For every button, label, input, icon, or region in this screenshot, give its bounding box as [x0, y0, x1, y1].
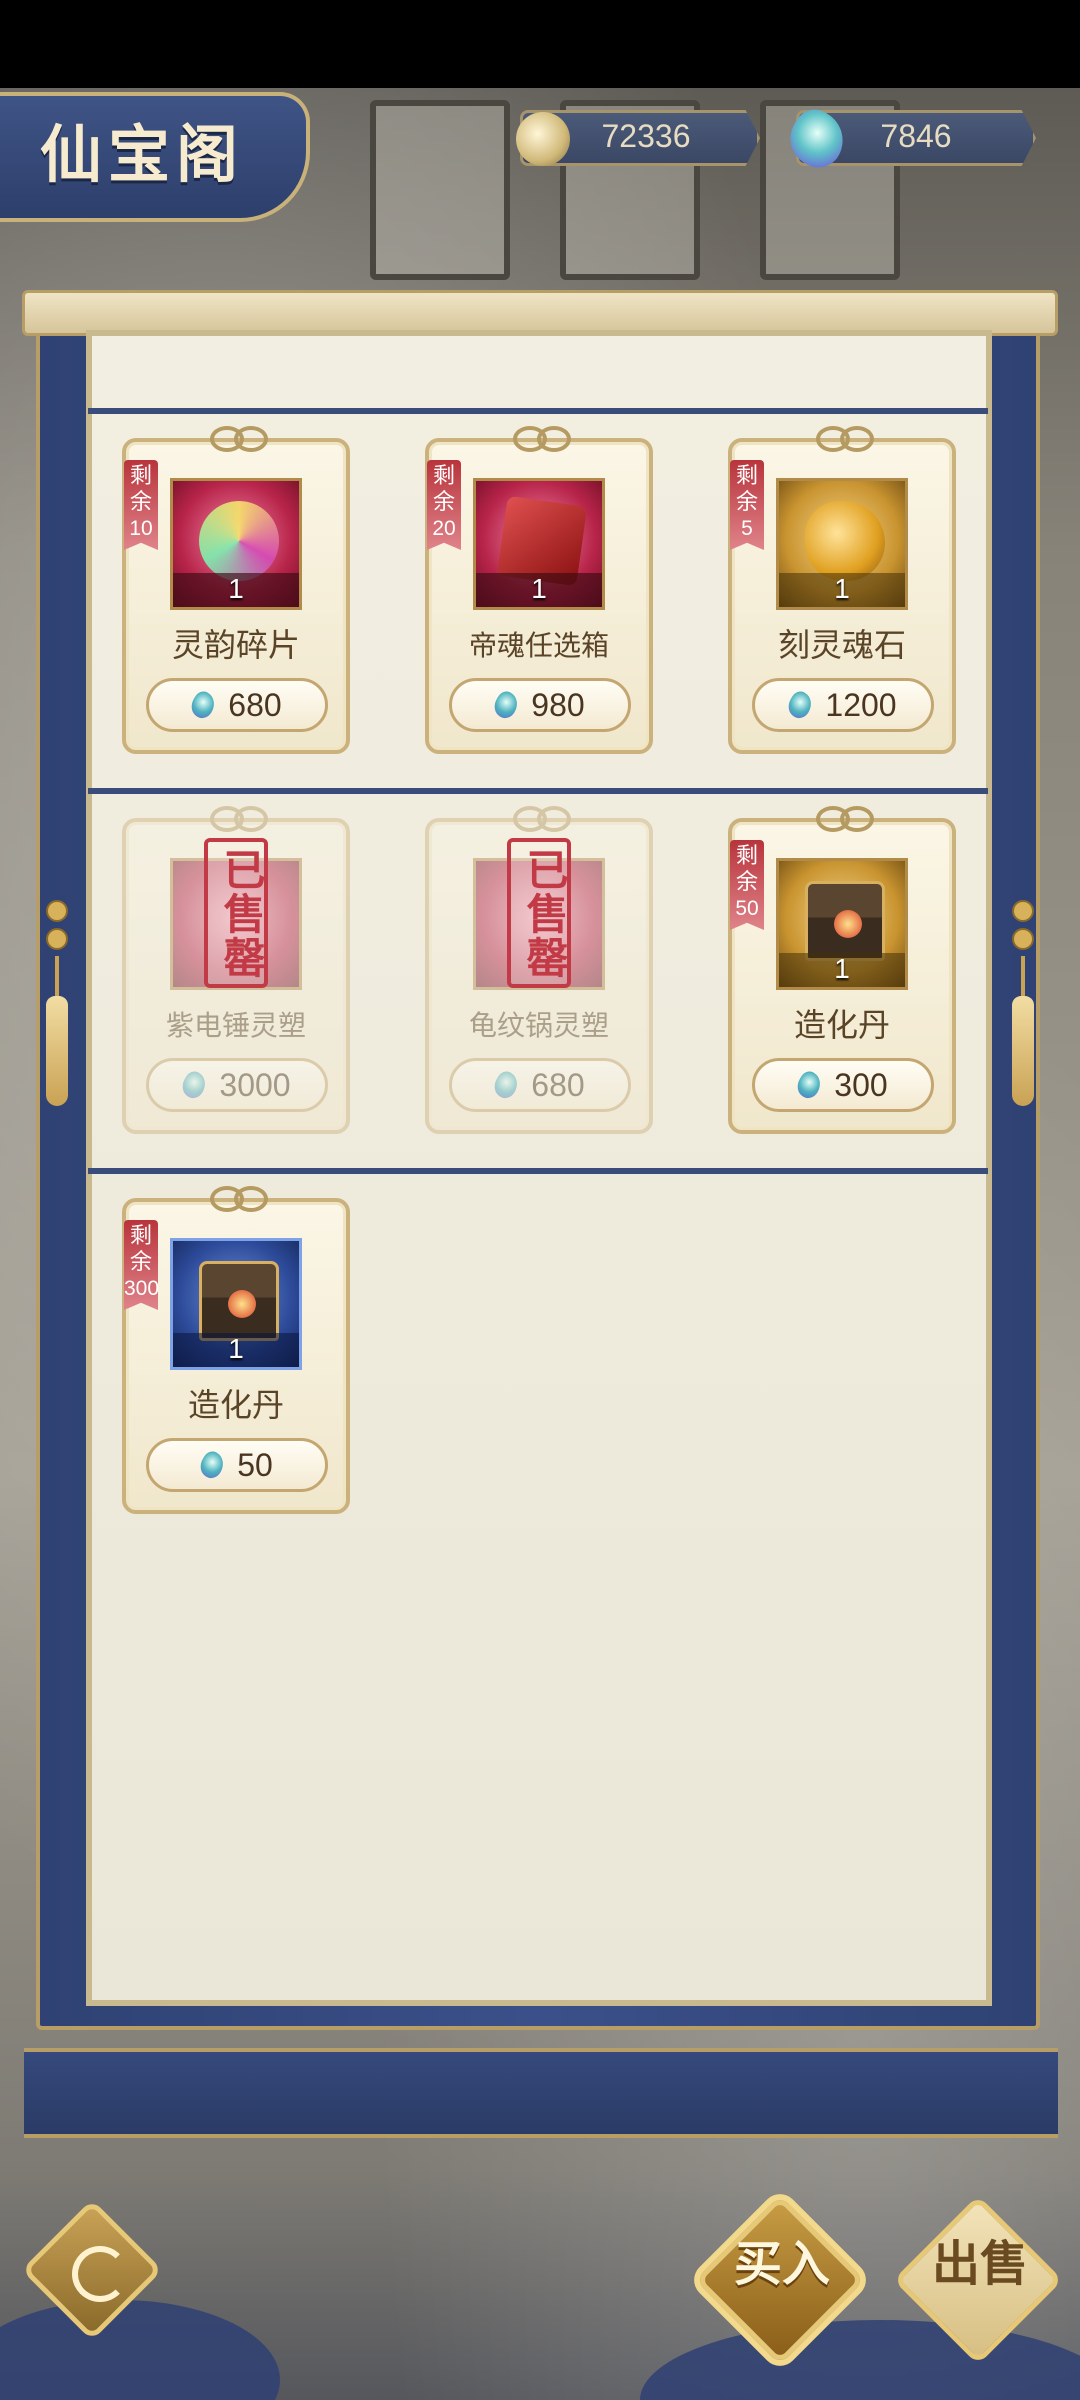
remaining-badge: 剩余 50 [730, 840, 764, 930]
item-name: 灵韵碎片 [171, 626, 300, 664]
price-button[interactable]: 680 [146, 678, 328, 732]
jade-icon [490, 688, 523, 722]
item-name: 造化丹 [793, 1006, 890, 1044]
item-name: 造化丹 [187, 1386, 284, 1424]
sold-out-stamp: 已售罄 [204, 838, 268, 988]
remaining-badge: 剩余 5 [730, 460, 764, 550]
jade-icon [793, 1068, 826, 1102]
price-button: 3000 [146, 1058, 328, 1112]
item-name: 龟纹锅灵塑 [468, 1009, 609, 1042]
bow-ornament [210, 1180, 268, 1212]
jade-icon [490, 1068, 523, 1102]
shop-item-card[interactable]: 1 剩余 5 刻灵魂石 1200 [728, 426, 956, 754]
item-thumbnail: 1 [170, 478, 302, 610]
currency-value-jade: 7846 [880, 118, 952, 154]
scroll-bottom-band [24, 2048, 1058, 2138]
tassel-left [46, 900, 68, 1106]
sell-label: 出售 [931, 2236, 1028, 2292]
remaining-badge: 剩余 300 [124, 1220, 158, 1310]
item-thumbnail: 1 [170, 1238, 302, 1370]
remaining-badge: 剩余 10 [124, 460, 158, 550]
remaining-badge: 剩余 20 [427, 460, 461, 550]
treasure-chest-icon [199, 1261, 279, 1341]
jade-icon [196, 1448, 229, 1482]
item-price: 3000 [219, 1066, 291, 1103]
bow-ornament [210, 800, 268, 832]
item-name: 刻灵魂石 [777, 626, 906, 664]
shop-item-card[interactable]: 1 剩余 300 造化丹 50 [122, 1186, 350, 1514]
item-price: 1200 [825, 686, 897, 723]
price-button[interactable]: 50 [146, 1438, 328, 1492]
background-shelf [370, 100, 510, 280]
row-divider [88, 1168, 988, 1174]
item-quantity: 1 [228, 573, 244, 604]
row-divider [88, 408, 988, 414]
item-name: 帝魂任选箱 [468, 629, 609, 662]
tassel-right [1012, 900, 1034, 1106]
item-thumbnail: 1 [776, 858, 908, 990]
price-button[interactable]: 980 [449, 678, 631, 732]
jade-icon [784, 688, 817, 722]
item-quantity: 1 [834, 573, 850, 604]
bow-ornament [210, 420, 268, 452]
item-price: 50 [237, 1446, 273, 1483]
page-title: 仙宝阁 [40, 118, 245, 191]
status-bar [0, 0, 1080, 88]
spirit-orb-icon [178, 1068, 211, 1102]
shop-item-card[interactable]: 1 剩余 10 灵韵碎片 680 [122, 426, 350, 754]
item-quantity: 1 [531, 573, 547, 604]
bow-ornament [816, 420, 874, 452]
price-button[interactable]: 300 [752, 1058, 934, 1112]
shop-item-card[interactable]: 1 剩余 50 造化丹 300 [728, 806, 956, 1134]
shop-item-card[interactable]: 1 剩余 20 帝魂任选箱 980 [425, 426, 653, 754]
item-price: 680 [531, 1066, 585, 1103]
row-divider [88, 788, 988, 794]
item-name: 紫电锤灵塑 [165, 1009, 306, 1042]
currency-value-spirit: 72336 [601, 118, 691, 154]
item-price: 680 [228, 686, 282, 723]
item-quantity: 1 [834, 953, 850, 984]
item-price: 980 [531, 686, 585, 723]
bow-ornament [513, 800, 571, 832]
swirl-back-icon [72, 2246, 128, 2302]
item-price: 300 [834, 1066, 888, 1103]
price-button: 680 [449, 1058, 631, 1112]
sold-out-stamp: 已售罄 [507, 838, 571, 988]
soul-stone-icon [805, 501, 885, 581]
bow-ornament [816, 800, 874, 832]
item-thumbnail: 1 [473, 478, 605, 610]
jade-icon [187, 688, 220, 722]
bow-ornament [513, 420, 571, 452]
treasure-chest-icon [805, 881, 885, 961]
item-thumbnail: 1 [776, 478, 908, 610]
buy-label: 买入 [733, 2236, 830, 2292]
item-quantity: 1 [228, 1333, 244, 1364]
fragment-icon [199, 501, 279, 581]
price-button[interactable]: 1200 [752, 678, 934, 732]
